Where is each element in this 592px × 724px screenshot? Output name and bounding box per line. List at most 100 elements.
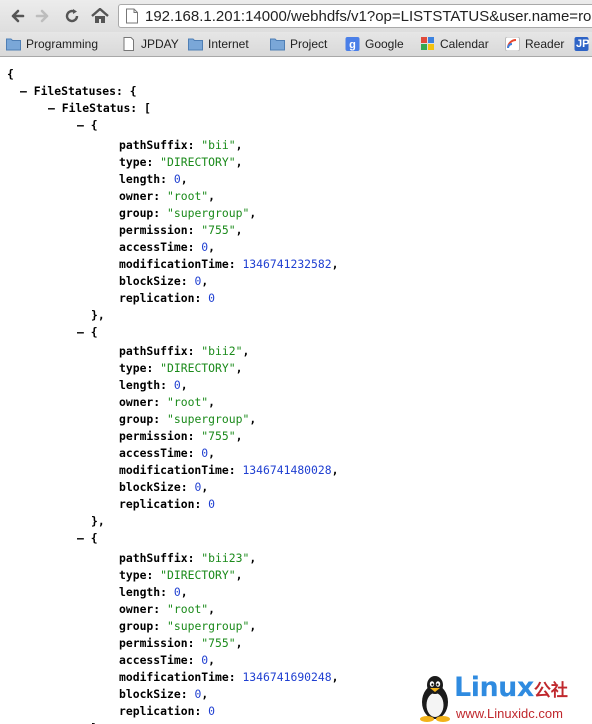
json-value: 0 — [208, 290, 216, 305]
json-key: pathSuffix — [119, 137, 188, 152]
json-key: permission — [119, 222, 188, 237]
json-entry-open: – { — [77, 324, 98, 341]
calendar-icon — [421, 37, 434, 50]
json-field-accessTime: accessTime: 0, — [119, 652, 215, 669]
json-punct: : — [187, 137, 202, 152]
json-field-group: group: "supergroup", — [119, 205, 256, 222]
json-punct: , — [201, 686, 209, 701]
json-punct: : — [160, 584, 174, 599]
json-key: pathSuffix — [119, 550, 188, 565]
json-punct: , — [201, 273, 209, 288]
collapse-toggle[interactable]: – — [48, 101, 62, 115]
json-punct: : — [180, 686, 195, 701]
json-punct: { — [90, 118, 98, 132]
json-key: accessTime — [119, 446, 188, 461]
json-value: "root" — [167, 601, 209, 616]
json-punct: , — [180, 171, 188, 186]
json-key: blockSize — [119, 686, 181, 701]
json-field-pathSuffix: pathSuffix: "bii23", — [119, 550, 256, 567]
json-value: "755" — [201, 222, 236, 237]
json-value: "DIRECTORY" — [160, 154, 236, 169]
json-value: "root" — [167, 395, 209, 410]
json-punct: : — [194, 497, 209, 512]
bookmark-jpday[interactable]: JPDAY — [121, 35, 179, 53]
json-field-group: group: "supergroup", — [119, 618, 256, 635]
json-punct: : — [153, 412, 168, 427]
json-value: "supergroup" — [167, 412, 250, 427]
bookmark-internet[interactable]: Internet — [188, 35, 249, 53]
reader-icon — [505, 37, 520, 51]
json-value: "supergroup" — [167, 205, 250, 220]
address-bar[interactable]: 192.168.1.201:14000/webhdfs/v1?op=LISTST… — [118, 4, 592, 28]
watermark-brand-text: Linux — [454, 672, 534, 703]
json-key: blockSize — [119, 273, 181, 288]
json-punct: , — [208, 601, 216, 616]
json-punct: : — [187, 635, 202, 650]
json-field-modificationTime: modificationTime: 1346741232582, — [119, 256, 338, 273]
bookmark-google[interactable]: g Google — [345, 35, 404, 53]
json-punct: , — [249, 618, 257, 633]
json-field-owner: owner: "root", — [119, 188, 215, 205]
collapse-toggle[interactable]: – — [77, 118, 91, 132]
watermark-brand-cn: 公社 — [533, 681, 568, 701]
json-field-replication: replication: 0 — [119, 496, 215, 513]
json-value: 1346741690248 — [242, 669, 332, 684]
json-view: {– FileStatuses: {– FileStatus: [– {path… — [0, 57, 592, 724]
reload-button[interactable] — [61, 5, 83, 27]
json-field-blockSize: blockSize: 0, — [119, 273, 208, 290]
folder-icon — [188, 38, 203, 51]
reload-icon — [65, 9, 79, 23]
json-punct: : — [228, 669, 243, 684]
json-field-replication: replication: 0 — [119, 290, 215, 307]
bookmark-programming[interactable]: Programming — [6, 35, 98, 53]
json-value: "755" — [201, 429, 236, 444]
json-punct: : — [153, 205, 168, 220]
json-value: 0 — [173, 584, 181, 599]
bookmark-jp[interactable]: JP — [574, 35, 589, 53]
json-field-length: length: 0, — [119, 377, 188, 394]
json-punct: , — [235, 222, 243, 237]
json-punct: : — [194, 703, 209, 718]
collapse-toggle[interactable]: – — [77, 531, 91, 545]
home-icon — [91, 8, 109, 23]
json-punct: , — [331, 256, 339, 271]
json-field-type: type: "DIRECTORY", — [119, 567, 242, 584]
json-punct: { — [90, 531, 98, 546]
back-button[interactable] — [6, 5, 28, 27]
json-key: permission — [119, 429, 188, 444]
home-button[interactable] — [89, 5, 111, 27]
json-punct: { — [90, 324, 98, 339]
forward-button[interactable] — [32, 5, 54, 27]
json-field-permission: permission: "755", — [119, 428, 242, 445]
bookmark-project[interactable]: Project — [270, 35, 327, 53]
json-field-permission: permission: "755", — [119, 222, 242, 239]
json-entry-close: }, — [91, 513, 105, 530]
bookmark-reader[interactable]: Reader — [505, 35, 564, 53]
json-punct: : — [146, 154, 161, 169]
json-punct: , — [331, 669, 339, 684]
json-key: owner — [119, 188, 154, 203]
json-field-pathSuffix: pathSuffix: "bii", — [119, 137, 242, 154]
linuxidc-watermark: Linux公社 www.Linuxidc.com — [418, 672, 592, 724]
json-punct: , — [235, 361, 243, 376]
collapse-toggle[interactable]: – — [20, 84, 34, 98]
json-punct: : { — [116, 84, 137, 98]
json-entry-open: – { — [77, 117, 98, 134]
json-value: 1346741480028 — [242, 463, 332, 478]
json-punct: : — [160, 378, 174, 393]
json-punct: : — [187, 446, 202, 461]
json-punct: : — [180, 273, 195, 288]
json-key: modificationTime — [119, 256, 229, 271]
json-key: modificationTime — [119, 669, 229, 684]
json-punct: , — [208, 446, 216, 461]
json-key: group — [119, 205, 154, 220]
json-value: 0 — [173, 378, 181, 393]
json-key: length — [119, 584, 161, 599]
json-value: "DIRECTORY" — [160, 361, 236, 376]
json-key: permission — [119, 635, 188, 650]
json-field-owner: owner: "root", — [119, 601, 215, 618]
browser-toolbar: 192.168.1.201:14000/webhdfs/v1?op=LISTST… — [0, 0, 592, 32]
bookmark-calendar[interactable]: Calendar — [420, 35, 489, 53]
collapse-toggle[interactable]: – — [77, 325, 91, 339]
json-key: group — [119, 412, 154, 427]
